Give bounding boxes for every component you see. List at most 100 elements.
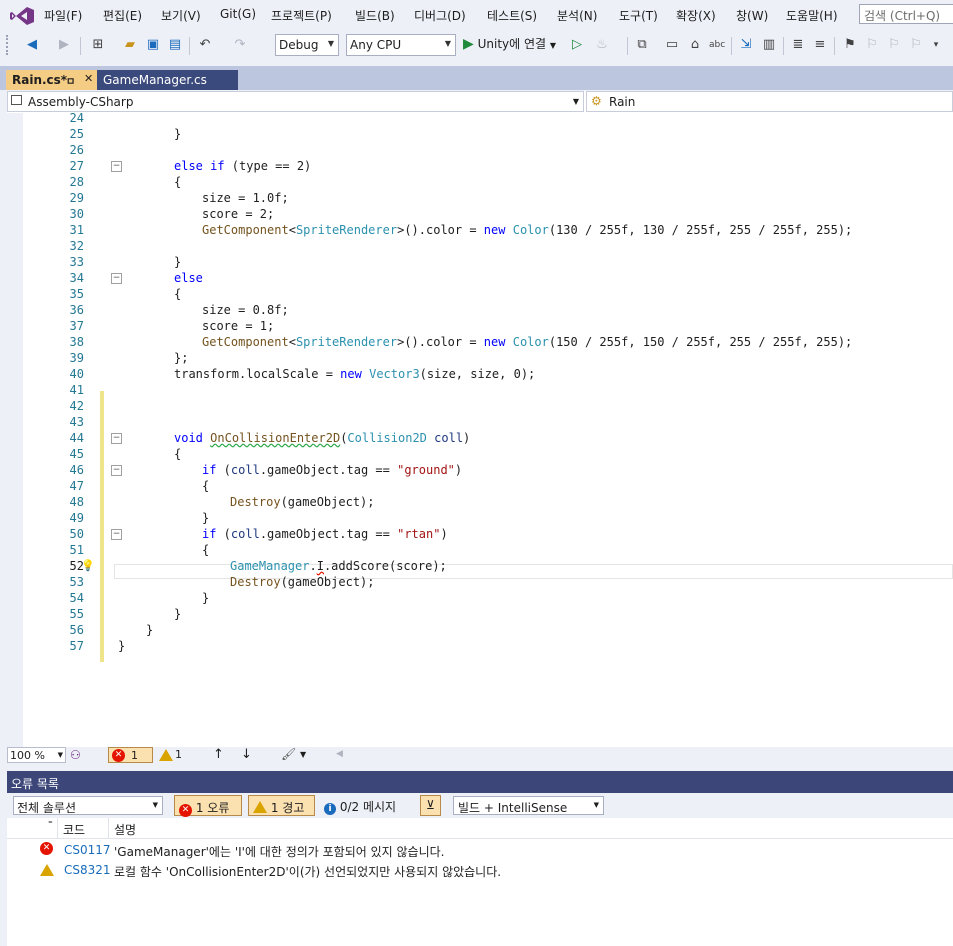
code-line[interactable]: } — [174, 606, 181, 622]
menu-item[interactable]: 파일(F) — [44, 7, 82, 24]
step-icon[interactable]: ⇲ — [738, 37, 754, 53]
menu-item[interactable]: 도움말(H) — [786, 7, 838, 24]
platform-select[interactable]: Any CPU ▼ — [346, 34, 456, 56]
chevron-down-icon[interactable]: ▼ — [300, 750, 306, 759]
fold-toggle-icon[interactable]: − — [111, 465, 122, 476]
visual-studio-logo-icon[interactable] — [9, 6, 35, 26]
save-all-icon[interactable]: ▤ — [167, 37, 183, 53]
fold-toggle-icon[interactable]: − — [111, 161, 122, 172]
fold-toggle-icon[interactable]: − — [111, 273, 122, 284]
error-code-link[interactable]: CS8321 — [64, 863, 111, 877]
code-line[interactable]: void OnCollisionEnter2D(Collision2D coll… — [174, 430, 470, 446]
code-line[interactable]: size = 0.8f; — [202, 302, 289, 318]
code-column-header[interactable]: 코드 — [63, 821, 85, 838]
code-line[interactable]: Destroy(gameObject); — [230, 574, 375, 590]
zoom-select[interactable]: 100 % ▼ — [7, 747, 66, 763]
comment-icon[interactable]: ≣ — [790, 37, 806, 53]
configuration-select[interactable]: Debug ▼ — [275, 34, 339, 56]
code-line[interactable]: } — [146, 622, 153, 638]
code-line[interactable]: { — [174, 174, 181, 190]
menu-item[interactable]: 빌드(B) — [355, 7, 395, 24]
code-line[interactable] — [118, 113, 797, 126]
code-line[interactable]: Destroy(gameObject); — [230, 494, 375, 510]
bookmark-icon[interactable]: ⚑ — [842, 37, 858, 53]
source-select[interactable]: 빌드 + IntelliSense ▼ — [453, 796, 604, 815]
browser-link-icon[interactable]: ⧉ — [634, 37, 650, 53]
menu-item[interactable]: 보기(V) — [161, 7, 201, 24]
next-issue-icon[interactable]: ↓ — [241, 747, 252, 762]
editor-error-count[interactable]: ✕ 1 — [108, 747, 153, 763]
project-dropdown[interactable]: Assembly-CSharp ▼ — [7, 91, 584, 112]
pin-icon[interactable]: ㅁ — [66, 73, 75, 88]
filter-icon[interactable]: ⊻ — [420, 795, 441, 816]
menu-item[interactable]: 확장(X) — [676, 7, 716, 24]
tab-gamemanager-cs[interactable]: GameManager.cs — [97, 70, 238, 90]
hot-reload-icon[interactable]: ♨ — [594, 37, 610, 53]
code-line[interactable]: size = 1.0f; — [202, 190, 289, 206]
table-row[interactable]: ✕ CS0117 'GameManager'에는 'I'에 대한 정의가 포함되… — [7, 840, 953, 860]
menu-item[interactable]: Git(G) — [220, 7, 256, 21]
menu-item[interactable]: 창(W) — [736, 7, 768, 24]
code-line[interactable]: if (coll.gameObject.tag == "rtan") — [202, 526, 448, 542]
menu-item[interactable]: 편집(E) — [103, 7, 142, 24]
close-icon[interactable]: ✕ — [84, 72, 93, 85]
code-line[interactable]: { — [174, 446, 181, 462]
menu-item[interactable]: 프로젝트(P) — [271, 7, 332, 24]
class-dropdown[interactable]: ⚙ Rain — [586, 91, 953, 112]
layout-icon[interactable]: ▭ — [664, 37, 680, 53]
code-line[interactable]: GetComponent<SpriteRenderer>().color = n… — [202, 222, 852, 238]
warnings-filter-button[interactable]: 1 경고 — [248, 795, 315, 816]
menu-item[interactable]: 디버그(D) — [414, 7, 466, 24]
tab-rain-cs[interactable]: Rain.cs* ㅁ ✕ — [6, 70, 97, 90]
back-icon[interactable]: ◀ — [24, 37, 40, 53]
messages-filter-button[interactable]: i 0/2 메시지 — [324, 798, 396, 815]
properties-icon[interactable]: ⌂ — [687, 37, 703, 53]
code-line[interactable]: GameManager.I.addScore(score); — [230, 558, 447, 574]
fold-toggle-icon[interactable]: − — [111, 433, 122, 444]
code-line[interactable]: } — [118, 638, 125, 654]
uncomment-icon[interactable]: ≡ — [812, 37, 828, 53]
scope-select[interactable]: 전체 솔루션 ▼ — [13, 796, 163, 815]
error-code-link[interactable]: CS0117 — [64, 843, 111, 857]
clear-bookmarks-icon[interactable]: ⚐ — [908, 37, 924, 53]
code-line[interactable]: } — [202, 590, 209, 606]
undo-icon[interactable]: ↶ — [197, 37, 213, 53]
sort-icon[interactable]: ⁼ — [48, 820, 53, 830]
errors-filter-button[interactable]: ✕ 1 오류 — [174, 795, 242, 817]
save-icon[interactable]: ▣ — [145, 37, 161, 53]
indicator-margin[interactable] — [7, 113, 23, 747]
start-debug-button[interactable]: ▶ Unity에 연결 ▼ — [463, 35, 556, 55]
description-column-header[interactable]: 설명 — [114, 821, 136, 838]
code-line[interactable]: } — [202, 510, 209, 526]
search-input[interactable]: 검색 (Ctrl+Q) — [859, 4, 953, 24]
start-without-debug-icon[interactable]: ▷ — [569, 37, 585, 53]
code-line[interactable]: else — [174, 270, 203, 286]
code-line[interactable]: else if (type == 2) — [174, 158, 311, 174]
code-line[interactable]: } — [174, 254, 181, 270]
code-line[interactable]: }; — [174, 350, 188, 366]
new-project-icon[interactable]: ⊞ — [90, 37, 106, 53]
quick-action-lightbulb-icon[interactable]: 💡 — [81, 559, 95, 572]
fold-toggle-icon[interactable]: − — [111, 529, 122, 540]
redo-icon[interactable]: ↷ — [232, 37, 248, 53]
editor-warning-count[interactable]: 1 — [158, 747, 188, 763]
code-line[interactable]: score = 1; — [202, 318, 274, 334]
code-line[interactable]: transform.localScale = new Vector3(size,… — [174, 366, 535, 382]
code-line[interactable]: if (coll.gameObject.tag == "ground") — [202, 462, 462, 478]
spell-check-icon[interactable]: abc — [709, 37, 725, 53]
toolbar-grip[interactable] — [6, 35, 12, 55]
code-cleanup-icon[interactable]: 🖌 — [281, 747, 296, 761]
table-row[interactable]: CS8321 로컬 함수 'OnCollisionEnter2D'이(가) 선언… — [7, 860, 953, 880]
code-line[interactable]: { — [174, 286, 181, 302]
open-folder-icon[interactable]: ▰ — [122, 37, 138, 53]
toolbar-overflow-icon[interactable]: ▾ — [928, 37, 944, 53]
prev-bookmark-icon[interactable]: ⚐ — [864, 37, 880, 53]
code-editor[interactable]: 24 25} 26 27 − else if (type == 2) 28 {29 size … — [7, 113, 953, 747]
forward-icon[interactable]: ▶ — [56, 37, 72, 53]
code-line[interactable]: { — [202, 478, 209, 494]
previous-issue-icon[interactable]: ↑ — [213, 747, 224, 762]
code-line[interactable]: GetComponent<SpriteRenderer>().color = n… — [202, 334, 852, 350]
menu-item[interactable]: 분석(N) — [557, 7, 597, 24]
intellicode-icon[interactable]: ⚇ — [70, 748, 81, 762]
code-line[interactable]: } — [174, 126, 181, 142]
